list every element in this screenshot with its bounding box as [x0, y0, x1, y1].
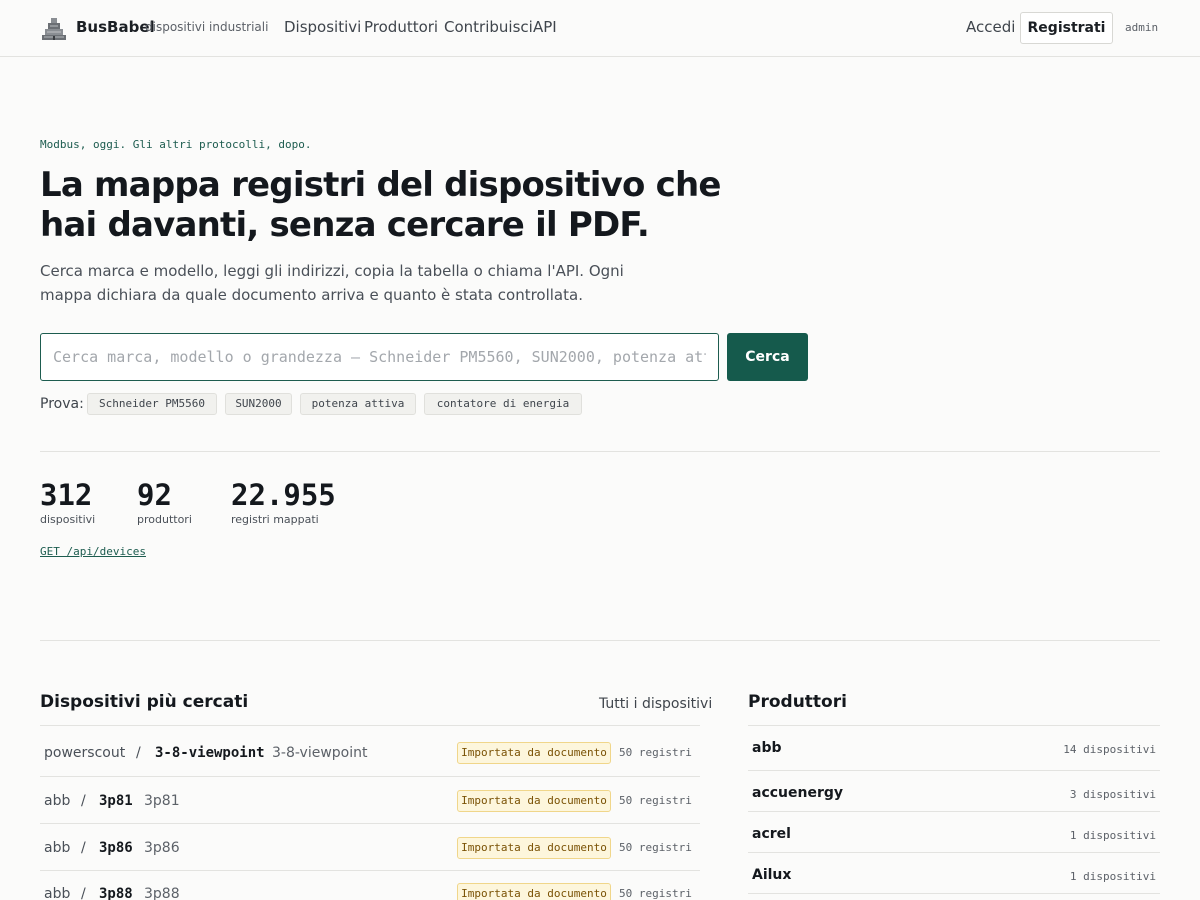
suggestion-chip[interactable]: SUN2000	[225, 393, 292, 415]
search-input[interactable]	[40, 333, 719, 381]
table-row[interactable]: abb / 3p88 3p88 Importata da documento 5…	[40, 870, 700, 900]
device-alias: 3-8-viewpoint	[272, 745, 368, 761]
nav-contribuisci[interactable]: Contribuisci	[444, 18, 533, 36]
top-header: BusBabel dispositivi industriali Disposi…	[0, 0, 1200, 57]
status-badge: Importata da documento	[457, 742, 611, 764]
register-button[interactable]: Registrati	[1020, 12, 1113, 44]
brand-tagline: dispositivi industriali	[145, 20, 269, 34]
popular-devices-title: Dispositivi più cercati	[40, 692, 249, 712]
section-divider	[40, 451, 1160, 452]
list-item[interactable]: abb 14 dispositivi	[748, 725, 1160, 766]
device-alias: 3p86	[144, 840, 180, 856]
path-separator: /	[81, 793, 86, 809]
path-separator: /	[136, 745, 141, 761]
table-row[interactable]: powerscout / 3-8-viewpoint 3-8-viewpoint…	[40, 725, 700, 777]
list-item[interactable]: accuenergy 3 dispositivi	[748, 770, 1160, 811]
stat-manufacturers-label: produttori	[137, 513, 192, 526]
status-badge: Importata da documento	[457, 837, 611, 859]
nav-api[interactable]: API	[533, 18, 557, 36]
table-row[interactable]: abb / 3p86 3p86 Importata da documento 5…	[40, 823, 700, 871]
api-devices-link[interactable]: GET /api/devices	[40, 545, 146, 558]
device-model[interactable]: 3p81	[99, 793, 133, 809]
search-button[interactable]: Cerca	[727, 333, 808, 381]
path-separator: /	[81, 886, 86, 900]
device-vendor[interactable]: abb	[44, 886, 70, 900]
device-vendor[interactable]: abb	[44, 793, 70, 809]
register-count: 50 registri	[619, 841, 692, 854]
login-link[interactable]: Accedi	[966, 18, 1015, 36]
user-admin-link[interactable]: admin	[1125, 21, 1158, 34]
suggestion-chip[interactable]: potenza attiva	[300, 393, 416, 415]
list-item[interactable]: acrel 1 dispositivi	[748, 811, 1160, 852]
device-model[interactable]: 3-8-viewpoint	[155, 745, 265, 761]
all-devices-link[interactable]: Tutti i dispositivi	[599, 696, 712, 712]
device-alias: 3p88	[144, 886, 180, 900]
manufacturer-device-count: 1 dispositivi	[1069, 870, 1156, 883]
suggestion-chip[interactable]: Schneider PM5560	[87, 393, 217, 415]
list-divider	[748, 893, 1160, 900]
device-alias: 3p81	[144, 793, 180, 809]
manufacturer-device-count: 1 dispositivi	[1069, 829, 1156, 842]
register-count: 50 registri	[619, 746, 692, 759]
register-count: 50 registri	[619, 887, 692, 900]
hero-eyebrow: Modbus, oggi. Gli altri protocolli, dopo…	[40, 138, 312, 151]
device-vendor[interactable]: powerscout	[44, 745, 125, 761]
manufacturer-name[interactable]: abb	[752, 740, 782, 756]
nav-produttori[interactable]: Produttori	[364, 18, 438, 36]
stat-registers-label: registri mappati	[231, 513, 319, 526]
device-model[interactable]: 3p86	[99, 840, 133, 856]
hero-title: La mappa registri del dispositivo che ha…	[40, 165, 721, 245]
stat-devices-value: 312	[40, 478, 93, 512]
tower-of-babel-logo-icon[interactable]	[40, 15, 68, 41]
manufacturer-name[interactable]: acrel	[752, 826, 791, 842]
manufacturer-device-count: 3 dispositivi	[1069, 788, 1156, 801]
path-separator: /	[81, 840, 86, 856]
device-vendor[interactable]: abb	[44, 840, 70, 856]
brand-name[interactable]: BusBabel	[76, 18, 155, 36]
table-row[interactable]: abb / 3p81 3p81 Importata da documento 5…	[40, 776, 700, 824]
stat-manufacturers-value: 92	[137, 478, 172, 512]
device-model[interactable]: 3p88	[99, 886, 133, 900]
manufacturer-name[interactable]: accuenergy	[752, 785, 843, 801]
register-count: 50 registri	[619, 794, 692, 807]
section-divider	[40, 640, 1160, 641]
hero-subtitle: Cerca marca e modello, leggi gli indiriz…	[40, 262, 624, 304]
stat-devices-label: dispositivi	[40, 513, 96, 526]
list-item[interactable]: Ailux 1 dispositivi	[748, 852, 1160, 893]
suggestion-chip[interactable]: contatore di energia	[424, 393, 582, 415]
suggestions-label: Prova:	[40, 396, 84, 412]
manufacturers-title: Produttori	[748, 692, 847, 712]
manufacturer-device-count: 14 dispositivi	[1063, 743, 1156, 756]
stat-registers-value: 22.955	[231, 478, 336, 512]
status-badge: Importata da documento	[457, 790, 611, 812]
manufacturer-name[interactable]: Ailux	[752, 867, 791, 883]
status-badge: Importata da documento	[457, 883, 611, 900]
nav-dispositivi[interactable]: Dispositivi	[284, 18, 361, 36]
